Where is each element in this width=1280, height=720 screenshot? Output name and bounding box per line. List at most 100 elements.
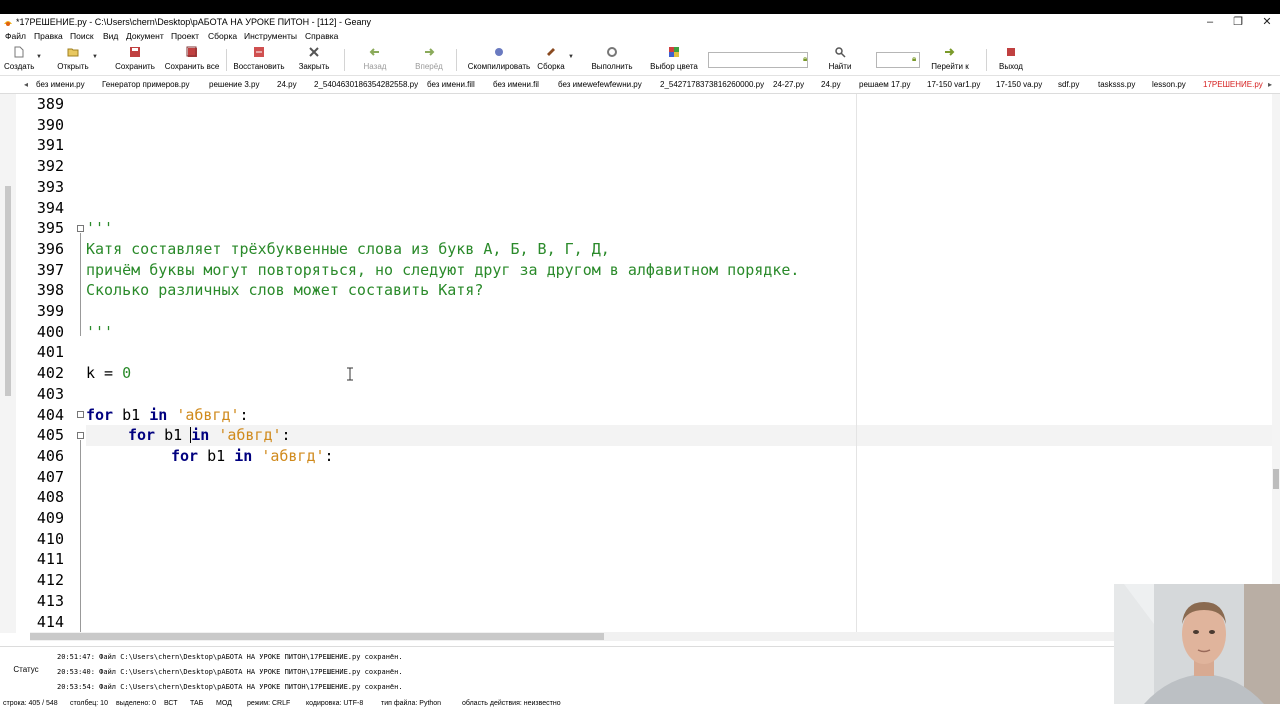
search-input[interactable] [708, 52, 808, 68]
color-picker-button[interactable]: Выбор цвета [648, 43, 700, 75]
status-tab[interactable]: Статус [0, 665, 52, 674]
run-button[interactable]: Выполнить [590, 43, 634, 75]
close-window-button[interactable]: ✕ [1252, 14, 1280, 30]
line-number: 390 [36, 115, 64, 134]
long-line-marker [856, 94, 857, 633]
tab-document[interactable]: решаем 17.py [859, 77, 911, 93]
tab-document[interactable]: lesson.py [1152, 77, 1186, 93]
sidebar-scrollbar-thumb[interactable] [5, 186, 11, 396]
tab-document[interactable]: tasksss.py [1098, 77, 1135, 93]
tab-document[interactable]: без имеwefewfewни.py [558, 77, 642, 93]
tab-document[interactable]: Генератор примеров.py [102, 77, 190, 93]
tab-document[interactable]: 24.py [821, 77, 841, 93]
open-file-button[interactable]: Открыть ▼ [56, 43, 98, 75]
keyword: in [149, 405, 168, 424]
menu-document[interactable]: Документ [126, 30, 164, 43]
chevron-down-icon[interactable]: ▼ [568, 54, 574, 60]
menu-search[interactable]: Поиск [70, 30, 94, 43]
save-label: Сохранить [115, 62, 155, 71]
editor-vertical-scrollbar[interactable] [1272, 94, 1280, 633]
goto-line-button[interactable]: Перейти к [928, 43, 972, 75]
lock-icon: 🔒︎ [803, 54, 808, 63]
message-panel: Статус 20:51:47: Файл C:\Users\chern\Des… [0, 646, 1280, 699]
identifier: b1 [155, 426, 192, 445]
tab-document[interactable]: 17-150 var1.py [927, 77, 980, 93]
tab-document[interactable]: 17-150 va.py [996, 77, 1042, 93]
string-literal: 'абвгд' [218, 426, 282, 445]
code-editor[interactable]: 389 390 391 392 393 394 395 396 397 398 … [0, 94, 1280, 633]
fold-toggle-icon[interactable] [77, 432, 84, 439]
menu-edit[interactable]: Правка [34, 30, 63, 43]
tab-scroll-left-icon[interactable]: ◂ [24, 77, 28, 93]
revert-button[interactable]: Восстановить [232, 43, 286, 75]
compile-icon [495, 48, 503, 56]
number-literal: 0 [122, 364, 132, 383]
editor-vertical-scrollbar-thumb[interactable] [1273, 469, 1279, 489]
quit-label: Выход [999, 62, 1023, 71]
status-line-position: строка: 405 / 548 [3, 700, 58, 707]
menu-build[interactable]: Сборка [208, 30, 237, 43]
minimize-button[interactable]: – [1195, 14, 1225, 30]
line-number: 401 [36, 343, 64, 362]
title-bar: *17РЕШЕНИЕ.py - C:\Users\chern\Desktop\р… [0, 14, 1280, 30]
build-button[interactable]: Сборка ▼ [536, 43, 574, 75]
line-number: 411 [36, 550, 64, 569]
menu-project[interactable]: Проект [171, 30, 199, 43]
compile-button[interactable]: Скомпилировать [466, 43, 532, 75]
tab-document[interactable]: без имени.py [36, 77, 85, 93]
tab-document[interactable]: sdf.py [1058, 77, 1079, 93]
menu-view[interactable]: Вид [103, 30, 118, 43]
line-number: 412 [36, 571, 64, 590]
punctuation: : [281, 426, 291, 445]
line-number: 408 [36, 488, 64, 507]
editor-horizontal-scrollbar[interactable] [30, 632, 1270, 641]
forward-label: Вперёд [415, 62, 443, 71]
open-file-label: Открыть [57, 62, 89, 71]
arrow-right-icon [425, 48, 435, 56]
menu-file[interactable]: Файл [5, 30, 26, 43]
fold-toggle-icon[interactable] [77, 411, 84, 418]
tab-document[interactable]: 24.py [277, 77, 297, 93]
line-number: 398 [36, 281, 64, 300]
chevron-down-icon[interactable]: ▼ [36, 54, 42, 60]
sidebar-scrollbar[interactable] [0, 94, 16, 633]
line-number: 410 [36, 529, 64, 548]
toolbar-separator [226, 49, 227, 71]
keyword: in [234, 446, 253, 465]
toolbar: Создать ▼ Открыть ▼ Сохранить Сохранить … [0, 43, 1280, 76]
editor-horizontal-scrollbar-thumb[interactable] [30, 633, 604, 640]
tab-document[interactable]: без имени.fill [427, 77, 475, 93]
save-button[interactable]: Сохранить [114, 43, 156, 75]
line-number: 400 [36, 322, 64, 341]
tab-document-active[interactable]: 17РЕШЕНИЕ.py [1203, 77, 1263, 93]
goto-arrow-icon [945, 48, 955, 56]
quit-button[interactable]: Выход [996, 43, 1026, 75]
chevron-down-icon[interactable]: ▼ [92, 54, 98, 60]
document-tab-bar: ◂ без имени.py Генератор примеров.py реш… [0, 77, 1280, 94]
line-number: 394 [36, 198, 64, 217]
forward-button[interactable]: Вперёд [412, 43, 446, 75]
tab-document[interactable]: 2_5404630186354282558.py [314, 77, 418, 93]
close-file-button[interactable]: Закрыть [296, 43, 332, 75]
string-literal: 'абвгд' [261, 446, 325, 465]
operator: = [95, 364, 123, 383]
fold-toggle-icon[interactable] [77, 225, 84, 232]
menu-tools[interactable]: Инструменты [244, 30, 297, 43]
tab-scroll-right-icon[interactable]: ▸ [1268, 77, 1272, 93]
maximize-button[interactable]: ❐ [1223, 14, 1253, 30]
toolbar-separator [344, 49, 345, 71]
tab-document[interactable]: 2_5427178373816260000.py [660, 77, 764, 93]
toolbar-separator [456, 49, 457, 71]
save-all-button[interactable]: Сохранить все [164, 43, 220, 75]
line-number: 395 [36, 219, 64, 238]
back-button[interactable]: Назад [360, 43, 390, 75]
tab-document[interactable]: без имени.fil [493, 77, 539, 93]
lock-icon: 🔒︎ [912, 54, 917, 63]
tab-document[interactable]: 24-27.py [773, 77, 804, 93]
menu-help[interactable]: Справка [305, 30, 338, 43]
tab-document[interactable]: решение 3.py [209, 77, 259, 93]
find-button[interactable]: Найти [826, 43, 854, 75]
new-file-button[interactable]: Создать ▼ [4, 43, 42, 75]
folder-open-icon [67, 48, 79, 57]
new-file-label: Создать [4, 62, 35, 71]
